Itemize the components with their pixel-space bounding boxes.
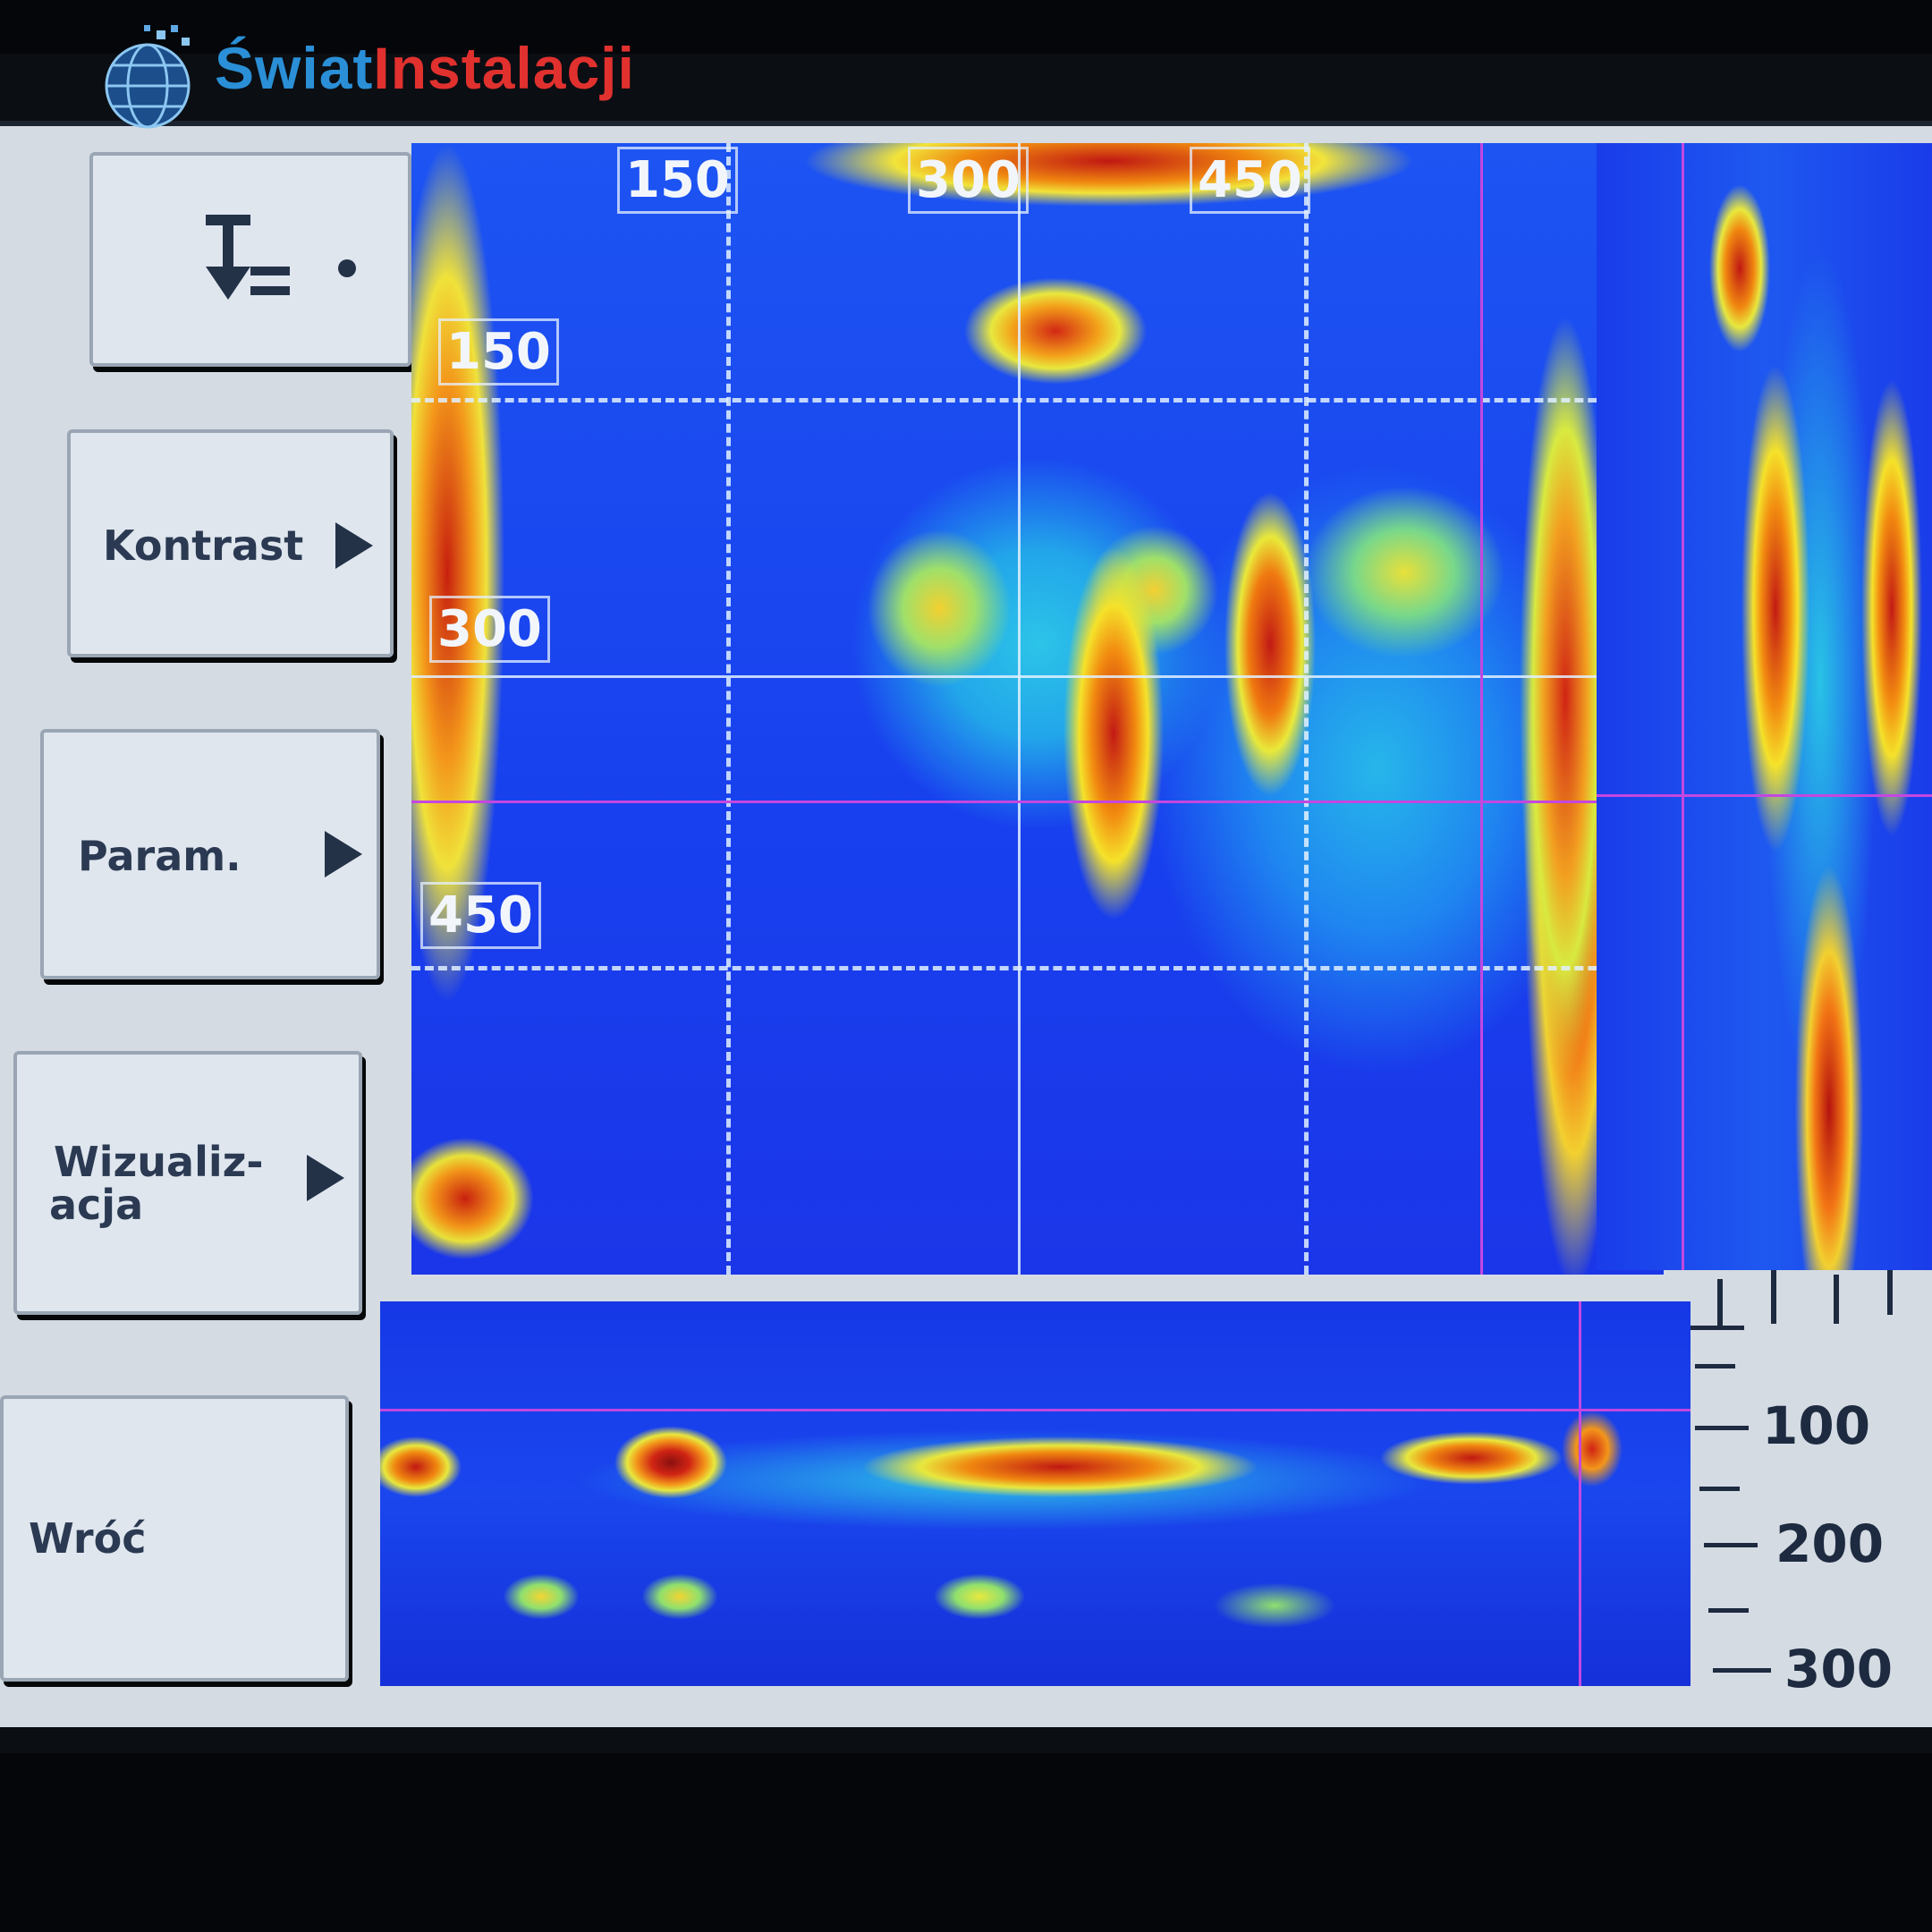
back-button[interactable]: Wróć [0, 1395, 349, 1682]
scale-tick [1708, 1608, 1749, 1613]
logo-text-instalacji: Instalacji [373, 35, 635, 101]
scale-tick [1690, 1326, 1744, 1330]
y-scale-label: 300 [429, 596, 550, 663]
cursor-line-vertical[interactable] [1480, 143, 1483, 1275]
x-scale-label: 300 [908, 147, 1029, 214]
scale-tick [1887, 1270, 1893, 1315]
radar-plan-view[interactable]: 150 300 450 150 300 450 [411, 143, 1664, 1275]
scale-tick [1704, 1543, 1758, 1547]
depth-label: 300 [1784, 1639, 1894, 1699]
scale-tick [1695, 1426, 1749, 1430]
radar-depth-section[interactable] [380, 1301, 1690, 1686]
scale-tick [1717, 1279, 1723, 1328]
grid-line [411, 675, 1664, 678]
play-arrow-icon [335, 522, 373, 569]
grid-line [1018, 143, 1021, 1275]
params-button[interactable]: Param. [40, 729, 380, 979]
y-scale-label: 150 [438, 318, 559, 386]
scale-tick [1713, 1668, 1771, 1673]
cursor-line-vertical[interactable] [1579, 1301, 1581, 1686]
grid-line [1304, 143, 1309, 1275]
globe-logo-icon [105, 25, 191, 129]
scale-tick [1699, 1487, 1740, 1491]
scale-tick [1771, 1270, 1776, 1324]
scale-tick [1695, 1364, 1735, 1368]
y-scale-label: 450 [420, 882, 541, 949]
depth-level-button[interactable] [89, 152, 411, 367]
depth-level-icon [206, 215, 356, 300]
contrast-button[interactable]: Kontrast [67, 429, 394, 657]
play-arrow-icon [325, 831, 362, 877]
grid-line [411, 966, 1664, 970]
radar-side-section[interactable] [1597, 143, 1932, 1270]
visualization-label-line2: acja [49, 1181, 144, 1229]
x-scale-label: 150 [617, 147, 738, 214]
visualization-button[interactable]: Wizualiz- acja [13, 1051, 362, 1315]
x-scale-label: 450 [1190, 147, 1310, 214]
cursor-line-horizontal[interactable] [380, 1409, 1690, 1411]
visualization-label-line1: Wizualiz- [54, 1138, 264, 1186]
cursor-line-horizontal[interactable] [411, 801, 1664, 803]
contrast-label: Kontrast [103, 521, 304, 570]
grid-line [726, 143, 731, 1275]
params-label: Param. [78, 832, 242, 880]
cursor-line-vertical[interactable] [1682, 143, 1684, 1270]
logo-text: ŚwiatInstalacji [215, 34, 635, 102]
cursor-line-horizontal[interactable] [1597, 794, 1932, 797]
back-label: Wróć [29, 1514, 147, 1563]
play-arrow-icon [307, 1155, 344, 1201]
scale-tick [1834, 1275, 1839, 1324]
grid-line [411, 398, 1664, 402]
depth-label: 200 [1775, 1513, 1885, 1574]
logo-text-swiat: Świat [215, 35, 374, 101]
depth-label: 100 [1762, 1395, 1871, 1456]
